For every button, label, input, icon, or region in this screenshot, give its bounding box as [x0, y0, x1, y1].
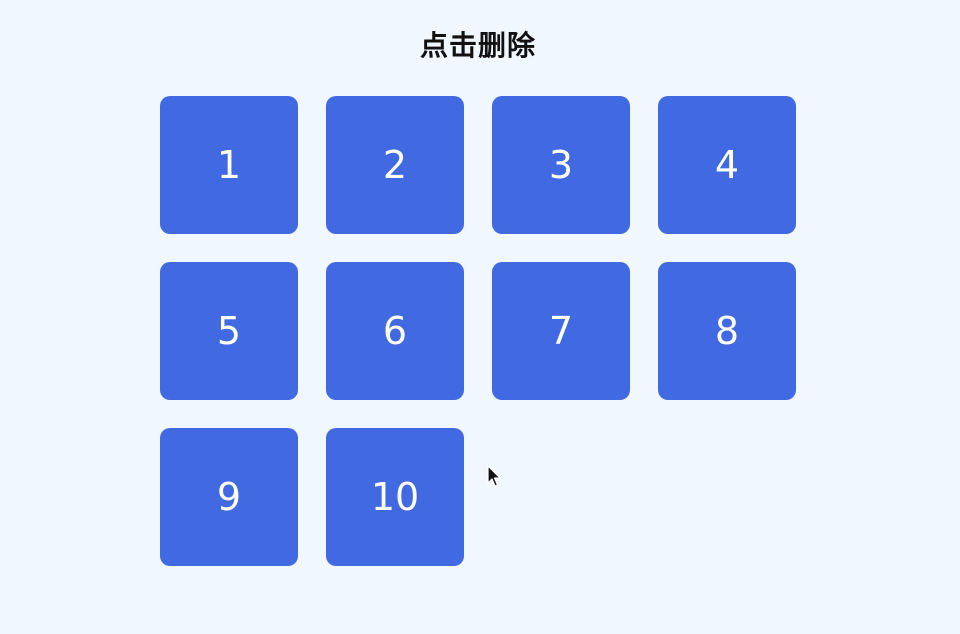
tile-grid: 1 2 3 4 5 6 7 8 9 10 [160, 96, 796, 566]
tile-6[interactable]: 6 [326, 262, 464, 400]
tile-10[interactable]: 10 [326, 428, 464, 566]
tile-3[interactable]: 3 [492, 96, 630, 234]
tile-9[interactable]: 9 [160, 428, 298, 566]
tile-1[interactable]: 1 [160, 96, 298, 234]
tile-8[interactable]: 8 [658, 262, 796, 400]
tile-5[interactable]: 5 [160, 262, 298, 400]
page-title: 点击删除 [419, 29, 536, 62]
tile-7[interactable]: 7 [492, 262, 630, 400]
tile-2[interactable]: 2 [326, 96, 464, 234]
tile-4[interactable]: 4 [658, 96, 796, 234]
page: 点击删除 1 2 3 4 5 6 7 8 9 10 [0, 0, 960, 634]
